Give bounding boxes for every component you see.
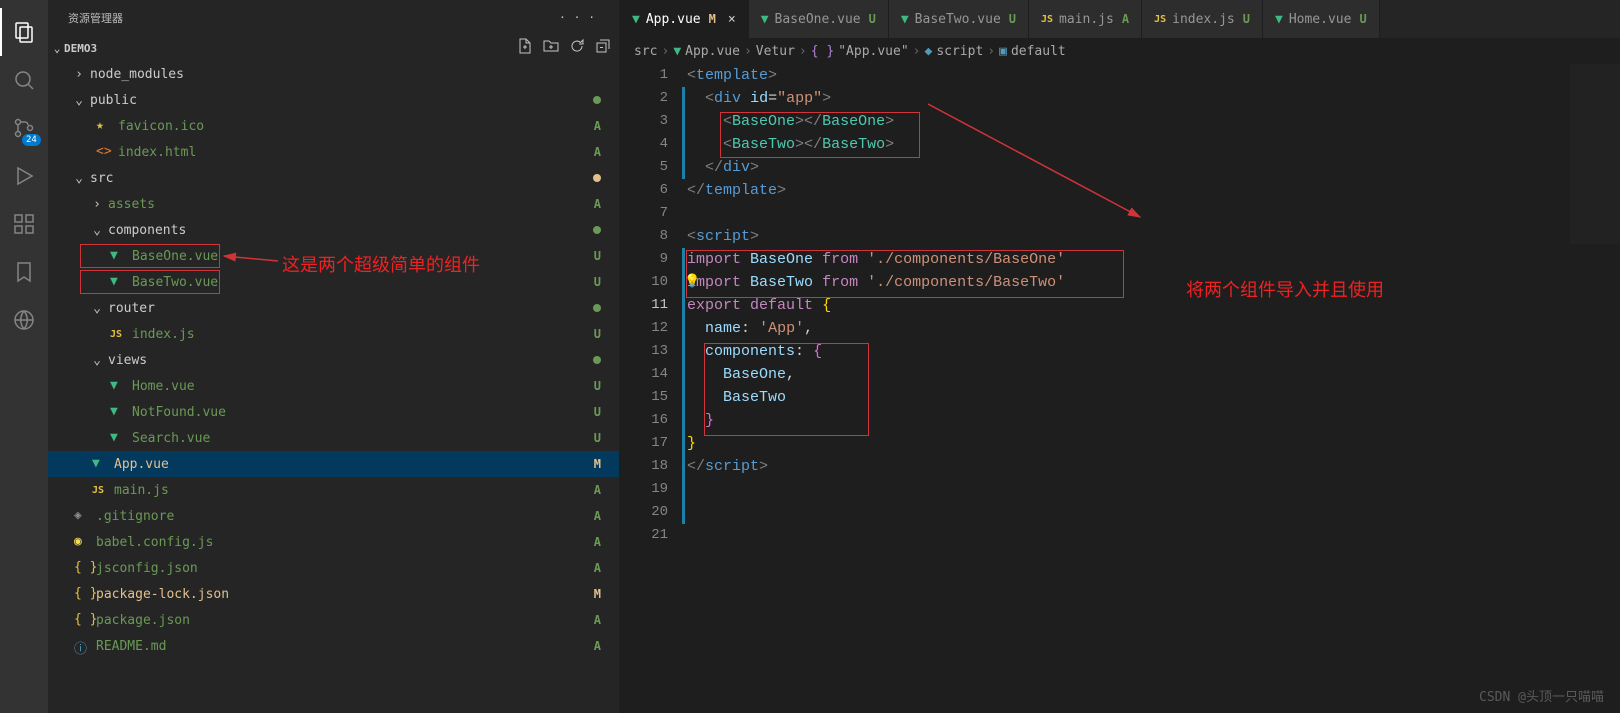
line-numbers: 123456789101112131415161718192021 xyxy=(620,64,682,713)
editor-tab[interactable]: ▼BaseOne.vueU xyxy=(749,0,889,38)
sidebar-section[interactable]: ⌄ DEMO3 xyxy=(48,35,619,61)
editor-tab[interactable]: ▼Home.vueU xyxy=(1263,0,1380,38)
activity-run-icon[interactable] xyxy=(0,152,48,200)
new-folder-icon[interactable] xyxy=(543,38,559,58)
annotation-text-1: 这是两个超级简单的组件 xyxy=(282,251,480,277)
tree-folder[interactable]: ⌄views xyxy=(48,347,619,373)
explorer-sidebar: 资源管理器 ··· ⌄ DEMO3 ›node_modules⌄public★f… xyxy=(48,0,620,713)
activity-bar: 24 xyxy=(0,0,48,713)
editor-tab[interactable]: ▼BaseTwo.vueU xyxy=(889,0,1029,38)
tree-file[interactable]: { }jsconfig.jsonA xyxy=(48,555,619,581)
activity-extensions-icon[interactable] xyxy=(0,200,48,248)
tree-folder[interactable]: ›node_modules xyxy=(48,61,619,87)
collapse-all-icon[interactable] xyxy=(595,38,611,58)
tree-file[interactable]: { }package-lock.jsonM xyxy=(48,581,619,607)
tree-file[interactable]: ⓘREADME.mdA xyxy=(48,633,619,659)
sidebar-title: 资源管理器 xyxy=(68,10,123,26)
breadcrumb[interactable]: src › ▼ App.vue › Vetur › { } "App.vue" … xyxy=(620,38,1620,64)
minimap-slider[interactable] xyxy=(1570,64,1620,244)
minimap[interactable] xyxy=(1570,64,1620,713)
activity-bookmark-icon[interactable] xyxy=(0,248,48,296)
tree-folder[interactable]: ⌄components xyxy=(48,217,619,243)
lightbulb-icon[interactable]: 💡 xyxy=(684,274,698,288)
tree-file[interactable]: JSmain.jsA xyxy=(48,477,619,503)
tree-file[interactable]: ◉babel.config.jsA xyxy=(48,529,619,555)
editor-tabs: ▼App.vueM×▼BaseOne.vueU▼BaseTwo.vueUJSma… xyxy=(620,0,1620,38)
bc-file[interactable]: App.vue xyxy=(685,44,740,59)
bc-src[interactable]: src xyxy=(634,44,657,59)
editor-tab[interactable]: JSmain.jsA xyxy=(1029,0,1142,38)
chevron-down-icon: ⌄ xyxy=(52,42,62,55)
section-title: DEMO3 xyxy=(64,42,97,55)
tree-file[interactable]: ▼NotFound.vueU xyxy=(48,399,619,425)
tree-file[interactable]: ▼Home.vueU xyxy=(48,373,619,399)
activity-search-icon[interactable] xyxy=(0,56,48,104)
tree-folder[interactable]: ⌄public xyxy=(48,87,619,113)
close-icon[interactable]: × xyxy=(728,12,736,27)
bc-script[interactable]: script xyxy=(936,44,983,59)
editor-tab[interactable]: ▼App.vueM× xyxy=(620,0,749,38)
vue-icon: ▼ xyxy=(673,44,681,59)
tree-file[interactable]: { }package.jsonA xyxy=(48,607,619,633)
tree-file[interactable]: ◈.gitignoreA xyxy=(48,503,619,529)
code-editor[interactable]: 123456789101112131415161718192021 💡 <tem… xyxy=(620,64,1620,713)
code-content[interactable]: 💡 <template> <div id="app"> <BaseOne></B… xyxy=(687,64,1620,713)
annotation-text-2: 将两个组件导入并且使用 xyxy=(1186,276,1384,302)
tree-file[interactable]: JSindex.jsU xyxy=(48,321,619,347)
bc-vetur[interactable]: Vetur xyxy=(756,44,795,59)
bc-default[interactable]: default xyxy=(1011,44,1066,59)
scm-badge: 24 xyxy=(22,134,41,146)
tree-file[interactable]: ▼Search.vueU xyxy=(48,425,619,451)
editor-tab[interactable]: JSindex.jsU xyxy=(1142,0,1263,38)
braces-icon: { } xyxy=(811,44,834,59)
refresh-icon[interactable] xyxy=(569,38,585,58)
activity-source-control-icon[interactable]: 24 xyxy=(0,104,48,152)
variable-icon: ▣ xyxy=(999,44,1007,59)
editor-main: ▼App.vueM×▼BaseOne.vueU▼BaseTwo.vueUJSma… xyxy=(620,0,1620,713)
tree-file[interactable]: ▼App.vueM xyxy=(48,451,619,477)
watermark-credit: CSDN @头顶一只喵喵 xyxy=(1479,686,1604,705)
tree-folder[interactable]: ⌄src xyxy=(48,165,619,191)
sidebar-more-icon[interactable]: ··· xyxy=(559,11,603,24)
bc-app[interactable]: "App.vue" xyxy=(838,44,908,59)
file-tree: ›node_modules⌄public★favicon.icoA<>index… xyxy=(48,61,619,713)
tree-folder[interactable]: ⌄router xyxy=(48,295,619,321)
activity-explorer-icon[interactable] xyxy=(0,8,48,56)
tree-file[interactable]: ★favicon.icoA xyxy=(48,113,619,139)
sidebar-header: 资源管理器 ··· xyxy=(48,0,619,35)
activity-remote-icon[interactable] xyxy=(0,296,48,344)
tree-file[interactable]: <>index.htmlA xyxy=(48,139,619,165)
tree-folder[interactable]: ›assetsA xyxy=(48,191,619,217)
new-file-icon[interactable] xyxy=(517,38,533,58)
cube-icon: ◆ xyxy=(925,44,933,59)
